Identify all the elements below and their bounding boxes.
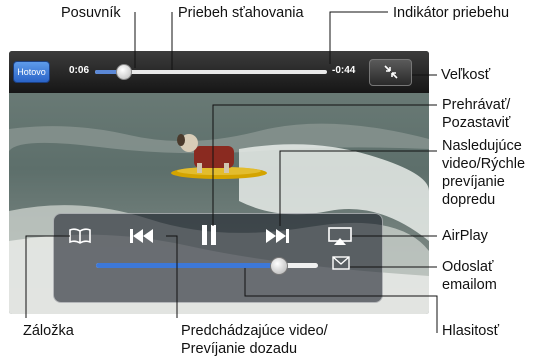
callout-leader-lines [25,11,438,333]
